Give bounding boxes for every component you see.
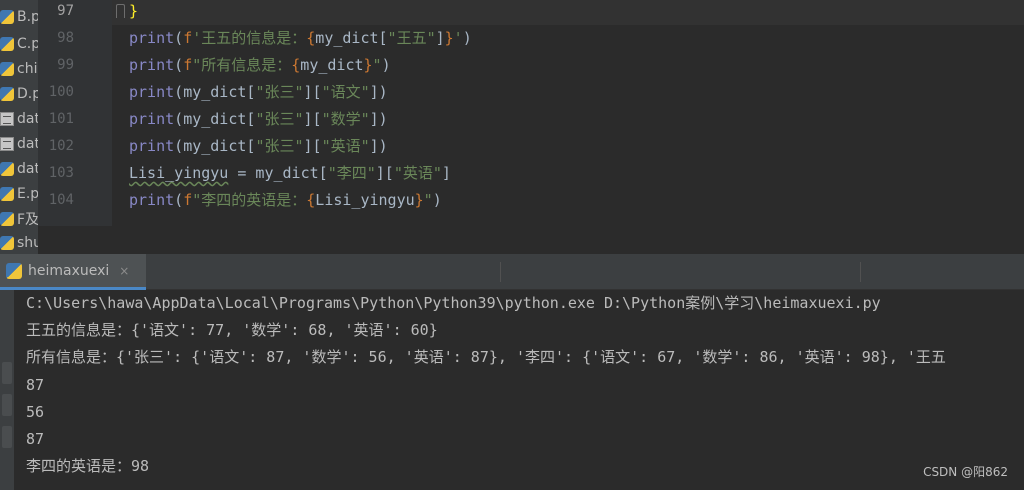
editor-bottom-area [38, 226, 1024, 254]
console-line: 87 [26, 430, 45, 448]
console-line: 所有信息是：{'张三': {'语文': 87, '数学': 56, '英语': … [26, 348, 946, 366]
file-item[interactable]: F及 [0, 208, 38, 230]
file-item[interactable]: shu [0, 232, 38, 254]
code-line-98[interactable]: print(f'王五的信息是：{my_dict["王五"]}') [129, 25, 472, 52]
python-file-icon [6, 262, 22, 279]
console-line: 87 [26, 376, 45, 394]
watermark: CSDN @阳862 [923, 465, 1008, 479]
console-toolbar [0, 290, 14, 490]
file-item[interactable]: E.p [0, 183, 38, 205]
close-icon[interactable]: × [119, 264, 129, 278]
code-line-97[interactable]: } [129, 0, 138, 25]
file-item[interactable]: B.p [0, 6, 38, 28]
line-number: 102 [48, 138, 74, 154]
csv-file-icon [0, 112, 14, 126]
code-line-99[interactable]: print(f"所有信息是：{my_dict}") [129, 52, 391, 79]
python-file-icon [0, 236, 14, 250]
file-item[interactable]: dat [0, 133, 38, 155]
python-file-icon [0, 62, 14, 76]
run-tab-label: heimaxuexi [28, 262, 110, 279]
file-item[interactable]: dat [0, 158, 38, 180]
python-file-icon [0, 162, 14, 176]
console-line: C:\Users\hawa\AppData\Local\Programs\Pyt… [26, 294, 881, 312]
file-item[interactable]: C.p [0, 33, 38, 55]
python-file-icon [0, 212, 14, 226]
code-line-101[interactable]: print(my_dict["张三"]["数学"]) [129, 106, 388, 133]
python-file-icon [0, 37, 14, 51]
file-item[interactable]: D.p [0, 83, 38, 105]
code-line-102[interactable]: print(my_dict["张三"]["英语"]) [129, 133, 388, 160]
line-number: 97 [57, 3, 74, 19]
toolbar-button[interactable] [2, 362, 12, 384]
console-line: 李四的英语是：98 [26, 457, 150, 475]
line-number: 99 [57, 57, 74, 73]
run-tool-window-header: heimaxuexi × [0, 254, 1024, 290]
code-line-103[interactable]: Lisi_yingyu = my_dict["李四"]["英语"] [129, 160, 451, 187]
project-tree[interactable]: B.p C.p chi D.p dat dat dat E.p F及 shu [0, 0, 38, 254]
code-line-104[interactable]: print(f"李四的英语是：{Lisi_yingyu}") [129, 187, 442, 214]
line-number: 104 [48, 192, 74, 208]
file-item[interactable]: dat [0, 108, 38, 130]
csv-file-icon [0, 137, 14, 151]
python-file-icon [0, 87, 14, 101]
python-file-icon [0, 10, 14, 24]
header-divider [860, 262, 861, 282]
line-number: 98 [57, 30, 74, 46]
line-number: 103 [48, 165, 74, 181]
line-number: 100 [48, 84, 74, 100]
editor-region: B.p C.p chi D.p dat dat dat E.p F及 shu 9… [0, 0, 1024, 254]
code-line-100[interactable]: print(my_dict["张三"]["语文"]) [129, 79, 388, 106]
line-number: 101 [48, 111, 74, 127]
file-item[interactable]: chi [0, 58, 38, 80]
console-line: 王五的信息是：{'语文': 77, '数学': 68, '英语': 60} [26, 321, 438, 339]
toolbar-button[interactable] [2, 394, 12, 416]
toolbar-button[interactable] [2, 426, 12, 448]
header-divider [500, 262, 501, 282]
run-console[interactable]: C:\Users\hawa\AppData\Local\Programs\Pyt… [0, 290, 1024, 490]
console-line: 56 [26, 403, 45, 421]
python-file-icon [0, 187, 14, 201]
run-tab[interactable]: heimaxuexi × [0, 254, 146, 290]
